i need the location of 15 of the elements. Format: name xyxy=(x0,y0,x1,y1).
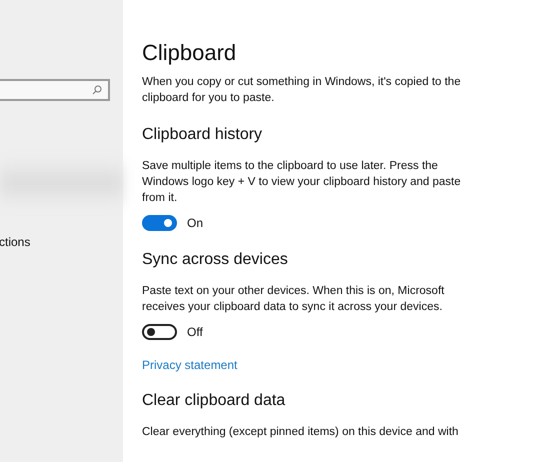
privacy-link[interactable]: Privacy statement xyxy=(142,358,534,372)
section-description: Save multiple items to the clipboard to use later. Press the Windows logo key + V to view your clipboard history and paste from it. xyxy=(142,159,462,206)
toggle-label: On xyxy=(187,216,204,230)
toggle-switch[interactable] xyxy=(142,324,177,340)
toggle-switch[interactable] xyxy=(142,215,177,231)
section-description: Clear everything (except pinned items) on this device and with xyxy=(142,425,460,440)
section-heading: Sync across devices xyxy=(142,251,289,269)
search-icon xyxy=(92,85,102,95)
search-field[interactable] xyxy=(0,79,110,101)
toggle-label: Off xyxy=(187,325,203,339)
section-heading: Clipboard history xyxy=(142,126,264,144)
page-title: Clipboard xyxy=(142,40,238,66)
page-description: When you copy or cut something in Windows, it's copied to the clipboard for you to paste. xyxy=(142,75,462,106)
section-description: Paste text on your other devices. When this is on, Microsoft receives your clipboard data to sync it across your devices. xyxy=(142,284,446,315)
section-heading: Clear clipboard data xyxy=(142,392,286,410)
